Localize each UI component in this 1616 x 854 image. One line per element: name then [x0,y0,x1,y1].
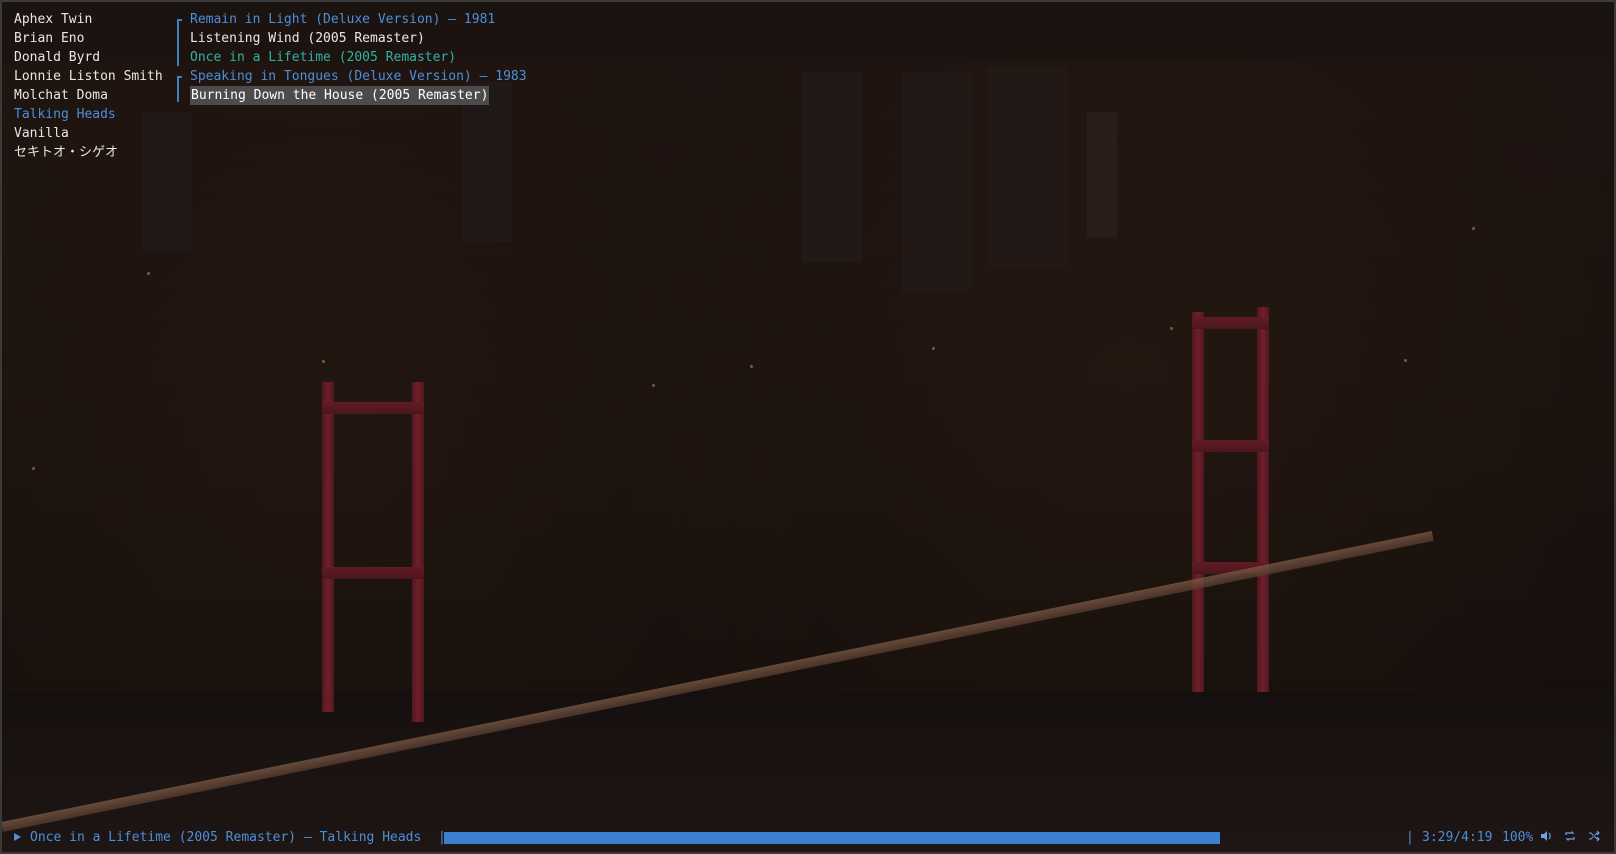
shuffle-icon[interactable] [1586,830,1602,846]
album-bracket [177,19,179,66]
volume-icon[interactable] [1538,830,1554,846]
album-header[interactable]: Remain in Light (Deluxe Version) — 1981 [190,10,495,29]
track-item-playing[interactable]: Once in a Lifetime (2005 Remaster) [190,48,456,67]
artist-item[interactable]: Vanilla [14,124,69,143]
artist-item[interactable]: セキトオ・シゲオ [14,143,118,162]
artist-item[interactable]: Aphex Twin [14,10,92,29]
track-item[interactable]: Listening Wind (2005 Remaster) [190,29,425,48]
progress-fill [444,832,1220,844]
progress-right-separator: | [1406,830,1414,845]
album-bracket [177,76,179,102]
time-readout: 3:29/4:19 [1422,830,1493,845]
repeat-icon[interactable] [1562,830,1578,846]
now-playing-text: Once in a Lifetime (2005 Remaster) — Tal… [30,830,422,845]
track-item-selected[interactable]: Burning Down the House (2005 Remaster) [190,86,490,105]
play-icon[interactable] [14,833,21,841]
artist-item[interactable]: Brian Eno [14,29,84,48]
artist-item-active[interactable]: Talking Heads [14,105,116,124]
player-window: Aphex Twin Brian Eno Donald Byrd Lonnie … [0,0,1616,854]
music-player-ui: Aphex Twin Brian Eno Donald Byrd Lonnie … [2,2,1614,852]
volume-readout: 100% [1502,830,1534,845]
progress-bar[interactable] [444,832,1408,844]
artist-item[interactable]: Lonnie Liston Smith [14,67,163,86]
artist-item[interactable]: Molchat Doma [14,86,108,105]
album-header[interactable]: Speaking in Tongues (Deluxe Version) — 1… [190,67,527,86]
artist-item[interactable]: Donald Byrd [14,48,100,67]
